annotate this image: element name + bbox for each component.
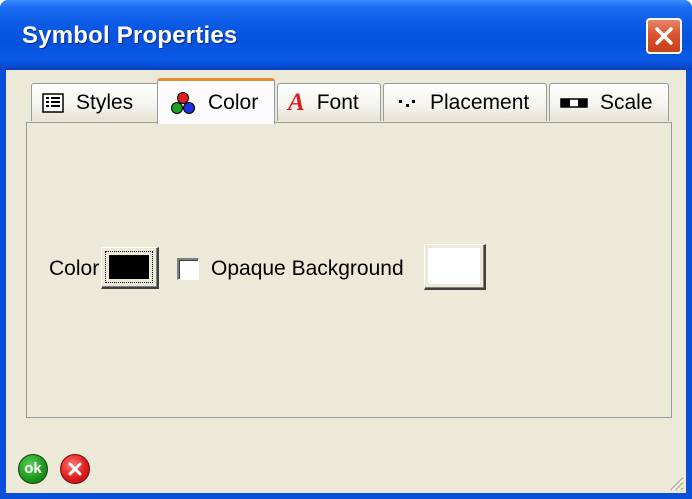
tab-scale[interactable]: Scale [549,83,669,121]
color-tab-panel: Color Opaque Background [26,122,672,418]
resize-grip-icon[interactable] [666,473,684,491]
color-swatch [109,255,149,279]
tab-color[interactable]: Color [157,78,275,124]
close-icon [655,27,673,45]
close-button[interactable] [646,18,682,54]
font-a-icon: A [288,89,305,116]
rgb-circles-icon [170,91,196,115]
cancel-button[interactable] [60,454,90,484]
tab-color-label: Color [208,90,259,114]
tab-font-label: Font [316,90,359,114]
tab-styles-label: Styles [76,90,134,114]
title-bar[interactable]: Symbol Properties [0,0,692,70]
cancel-x-icon [68,462,82,476]
window-title: Symbol Properties [22,22,238,49]
scale-bar-icon [560,97,588,109]
background-color-swatch [428,248,480,284]
ok-icon: ok [24,460,42,477]
opaque-background-checkbox[interactable] [177,258,199,280]
tab-placement[interactable]: Placement [383,83,547,121]
tab-placement-label: Placement [430,90,530,114]
tab-styles[interactable]: Styles [31,83,159,121]
tab-scale-label: Scale [600,90,653,114]
placement-dots-icon [398,96,418,110]
color-picker-button[interactable] [101,247,159,289]
ok-button[interactable]: ok [18,454,48,484]
opaque-background-label[interactable]: Opaque Background [211,257,404,281]
tab-font[interactable]: A Font [277,83,381,121]
dialog-body: Styles Color A Font Placement Scale Colo… [6,70,686,493]
color-label: Color [49,257,100,280]
list-icon [42,92,64,113]
symbol-properties-window: Symbol Properties Styles Color A Font Pl… [0,0,692,499]
background-color-button[interactable] [424,244,486,290]
